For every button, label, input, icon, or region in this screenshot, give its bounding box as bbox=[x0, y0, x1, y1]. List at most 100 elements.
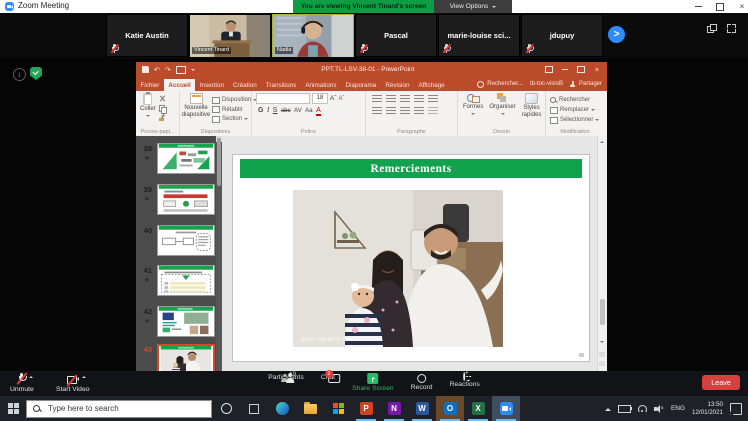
layout-button[interactable]: Disposition bbox=[212, 96, 257, 105]
taskbar-clock[interactable]: 13:50 12/01/2021 bbox=[692, 401, 723, 416]
select-button[interactable]: Sélectionner bbox=[550, 116, 604, 125]
font-name-input[interactable] bbox=[256, 93, 310, 104]
align-center-button[interactable] bbox=[386, 107, 396, 115]
close-button[interactable]: × bbox=[732, 0, 748, 13]
slide-thumbnail-43-selected[interactable]: 43 bbox=[136, 344, 222, 371]
slide-thumbnail-42[interactable]: 42 ∗ bbox=[136, 306, 222, 342]
action-center-icon[interactable] bbox=[730, 403, 742, 415]
scroll-down-arrow[interactable] bbox=[600, 341, 604, 345]
paste-button[interactable]: Coller bbox=[140, 93, 156, 121]
outlook-taskbar-button[interactable]: O bbox=[436, 396, 464, 421]
cortana-button[interactable] bbox=[212, 396, 240, 421]
microsoft-store-button[interactable] bbox=[324, 396, 352, 421]
align-left-button[interactable] bbox=[372, 107, 382, 115]
tray-expand-icon[interactable] bbox=[605, 405, 611, 411]
strikethrough-button[interactable]: abc bbox=[281, 108, 291, 114]
slide-canvas[interactable]: Remerciements bbox=[232, 154, 590, 362]
start-button[interactable] bbox=[0, 403, 26, 414]
tell-me-button[interactable]: Rechercher... bbox=[477, 81, 523, 88]
onenote-taskbar-button[interactable]: N bbox=[380, 396, 408, 421]
align-right-button[interactable] bbox=[400, 107, 410, 115]
participant-tile-vincent[interactable]: Vincent Tinard bbox=[189, 14, 271, 57]
numbering-button[interactable] bbox=[386, 95, 396, 103]
word-taskbar-button[interactable]: W bbox=[408, 396, 436, 421]
slide-thumbnail-40[interactable]: 40 bbox=[136, 225, 222, 261]
change-case-button[interactable]: Aa bbox=[305, 108, 312, 114]
language-indicator[interactable]: ENG bbox=[671, 405, 685, 412]
tab-fichier[interactable]: Fichier bbox=[136, 79, 164, 92]
char-spacing-button[interactable]: AV bbox=[294, 108, 302, 114]
participant-tile-marie-louise[interactable]: marie-louise sci... bbox=[438, 14, 520, 57]
zoom-taskbar-button[interactable] bbox=[492, 396, 520, 421]
slideshow-icon[interactable] bbox=[176, 66, 186, 74]
italic-button[interactable]: I bbox=[267, 106, 269, 114]
video-options-caret[interactable] bbox=[82, 374, 86, 378]
save-icon[interactable] bbox=[142, 66, 149, 73]
account-name[interactable]: tb-toc-visioB bbox=[530, 81, 563, 87]
scroll-thumb[interactable] bbox=[600, 299, 605, 325]
record-button[interactable]: Record bbox=[411, 373, 433, 392]
justify-button[interactable] bbox=[414, 107, 424, 115]
shapes-button[interactable]: Formes bbox=[463, 93, 483, 118]
new-slide-button[interactable]: Nouvelle diapositive bbox=[183, 93, 209, 124]
reactions-button[interactable]: + Reactions bbox=[450, 373, 480, 392]
tab-animations[interactable]: Animations bbox=[301, 79, 341, 92]
tab-accueil[interactable]: Accueil bbox=[164, 79, 195, 92]
battery-icon[interactable] bbox=[618, 405, 631, 413]
bullets-button[interactable] bbox=[372, 95, 382, 103]
reset-button[interactable]: Rétablir bbox=[212, 106, 257, 115]
security-shield-icon[interactable] bbox=[30, 67, 42, 80]
replace-button[interactable]: Remplacer bbox=[550, 106, 604, 115]
ribbon-display-icon[interactable] bbox=[541, 62, 557, 77]
tab-creation[interactable]: Création bbox=[228, 79, 261, 92]
underline-button[interactable]: S bbox=[273, 107, 278, 114]
task-view-button[interactable] bbox=[240, 396, 268, 421]
share-screen-button[interactable]: Share Screen bbox=[352, 373, 394, 392]
arrange-button[interactable]: Organiser bbox=[489, 93, 515, 118]
slide-thumbnail-39[interactable]: 39 ∗ bbox=[136, 184, 222, 220]
font-color-button[interactable]: A bbox=[316, 108, 321, 116]
quick-styles-button[interactable]: Styles rapides bbox=[522, 93, 542, 118]
columns-button[interactable] bbox=[428, 107, 438, 115]
bold-button[interactable]: G bbox=[258, 107, 263, 114]
tab-transitions[interactable]: Transitions bbox=[261, 79, 301, 92]
slide-thumbnail-38[interactable]: 38 ∗ bbox=[136, 143, 222, 179]
format-painter-icon[interactable] bbox=[159, 114, 166, 121]
participant-tile-katie[interactable]: Katie Austin bbox=[106, 14, 188, 57]
tab-diaporama[interactable]: Diaporama bbox=[341, 79, 381, 92]
powerpoint-taskbar-button[interactable]: P bbox=[352, 396, 380, 421]
info-icon[interactable]: i bbox=[13, 68, 26, 81]
grow-font-button[interactable]: Aˆ bbox=[330, 95, 337, 102]
indent-increase-button[interactable] bbox=[414, 95, 424, 103]
view-options-button[interactable]: View Options bbox=[434, 0, 512, 13]
slide-thumbnail-41[interactable]: 41 ∗ bbox=[136, 265, 222, 301]
search-input[interactable] bbox=[46, 403, 200, 414]
unmute-button[interactable]: Unmute bbox=[10, 373, 34, 393]
chat-button[interactable]: 2 Chat bbox=[321, 373, 335, 392]
redo-icon[interactable]: ↷ bbox=[165, 66, 171, 74]
scroll-up-arrow[interactable] bbox=[600, 139, 604, 143]
excel-taskbar-button[interactable]: X bbox=[464, 396, 492, 421]
edge-button[interactable] bbox=[268, 396, 296, 421]
section-button[interactable]: Section bbox=[212, 115, 257, 124]
tab-affichage[interactable]: Affichage bbox=[414, 79, 449, 92]
indent-decrease-button[interactable] bbox=[400, 95, 410, 103]
line-spacing-button[interactable] bbox=[428, 95, 438, 103]
font-size-input[interactable]: 18 bbox=[312, 93, 328, 104]
share-button[interactable]: Partager bbox=[570, 81, 602, 87]
tab-revision[interactable]: Révision bbox=[381, 79, 414, 92]
undo-icon[interactable]: ↶ bbox=[154, 66, 160, 74]
maximize-button[interactable] bbox=[710, 0, 730, 13]
next-participants-button[interactable]: > bbox=[608, 26, 625, 43]
next-slide-button[interactable] bbox=[599, 361, 605, 366]
cut-icon[interactable] bbox=[159, 95, 166, 102]
file-explorer-button[interactable] bbox=[296, 396, 324, 421]
start-video-button[interactable]: Start Video bbox=[56, 373, 90, 393]
shrink-font-button[interactable]: Aˇ bbox=[339, 96, 345, 102]
slide-scrollbar[interactable] bbox=[597, 136, 607, 371]
previous-slide-button[interactable] bbox=[599, 352, 605, 357]
participant-tile-nadia[interactable]: Nadia bbox=[272, 14, 354, 57]
ppt-restore-button[interactable] bbox=[573, 62, 589, 77]
network-icon[interactable] bbox=[638, 405, 647, 412]
tab-insertion[interactable]: Insertion bbox=[195, 79, 228, 92]
